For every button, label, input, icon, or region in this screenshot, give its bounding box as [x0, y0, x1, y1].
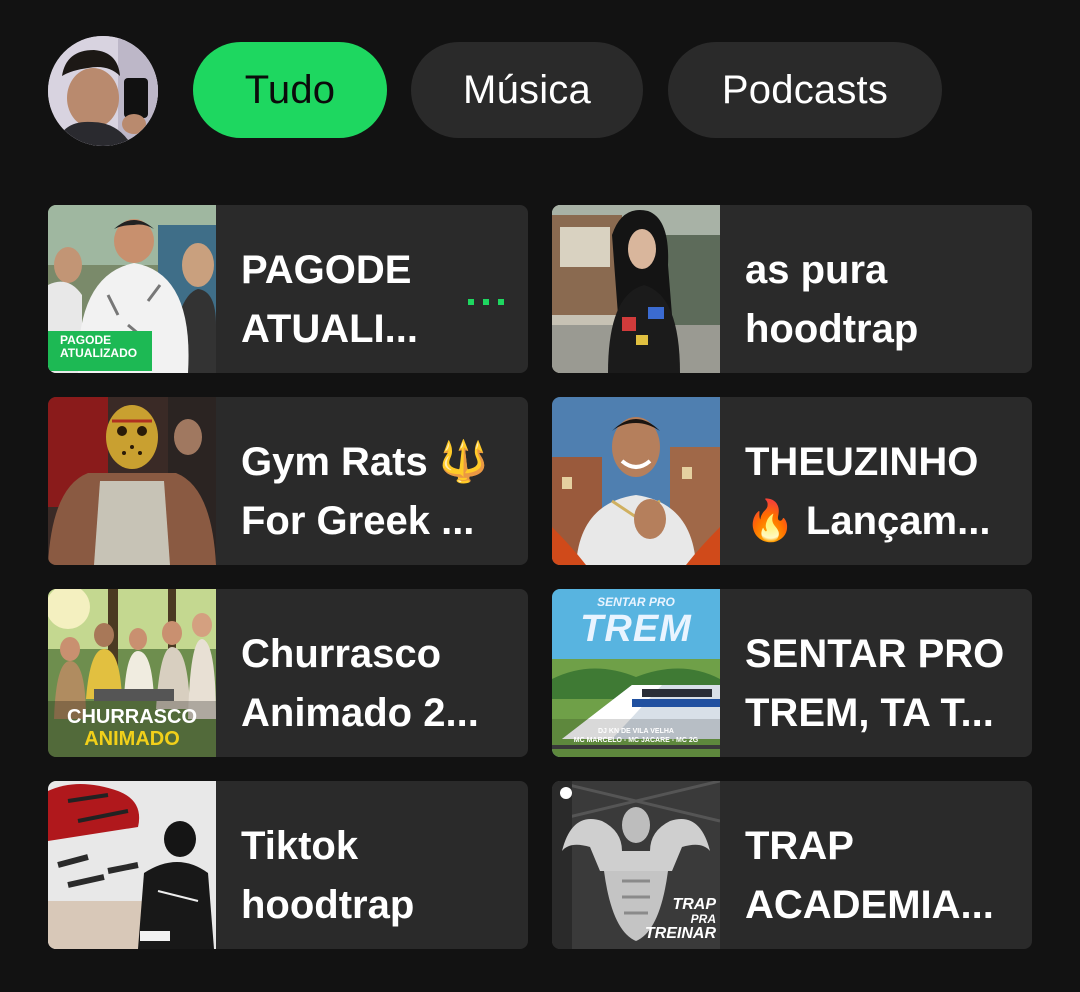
shortcut-tile[interactable]: SENTAR PRO TREM DJ KN DE VILA VELHA MC M… — [552, 589, 1032, 757]
filter-chip-podcasts[interactable]: Podcasts — [668, 42, 942, 138]
playlist-cover — [552, 205, 720, 373]
cover-text-line: SENTAR PRO — [597, 595, 675, 609]
shortcut-tile[interactable]: Gym Rats 🔱 For Greek ... — [48, 397, 528, 565]
cover-text-line: TRAP — [672, 896, 716, 913]
cover-text-line: MC MARCELO - MC JACARE - MC 2G — [573, 737, 699, 744]
header: Tudo Música Podcasts — [0, 0, 1080, 180]
playlist-cover: SENTAR PRO TREM DJ KN DE VILA VELHA MC M… — [552, 589, 720, 757]
cover-text-line: CHURRASCO — [67, 706, 197, 728]
playlist-title: TRAP ACADEMIA... — [745, 824, 994, 927]
cover-caption: CHURRASCO ANIMADO — [48, 706, 216, 750]
avatar-image — [48, 36, 158, 146]
profile-avatar[interactable] — [48, 36, 158, 146]
playlist-title: Tiktok hoodtrap — [241, 824, 415, 927]
playlist-cover: CHURRASCO ANIMADO — [48, 589, 216, 757]
cover-caption: TRAP PRA TREINAR — [552, 897, 716, 942]
playlist-title: SENTAR PRO TREM, TA T... — [745, 632, 1005, 735]
cover-text-line: TREM — [580, 608, 692, 650]
home-screen: Tudo Música Podcasts PAGODE ATUALIZADO P… — [0, 0, 1080, 992]
playlist-title: Gym Rats 🔱 For Greek ... — [241, 440, 489, 543]
cover-text-line: ANIMADO — [84, 728, 180, 750]
shortcut-tile[interactable]: PAGODE ATUALIZADO PAGODE ATUALI... — [48, 205, 528, 373]
playlist-cover: TRAP PRA TREINAR — [552, 781, 720, 949]
playlist-title: as pura hoodtrap — [745, 248, 919, 351]
cover-caption: SENTAR PRO TREM — [552, 595, 720, 649]
playlist-cover — [48, 781, 216, 949]
shortcut-tile[interactable]: Tiktok hoodtrap — [48, 781, 528, 949]
filter-chip-musica[interactable]: Música — [411, 42, 643, 138]
playlist-cover — [48, 397, 216, 565]
shortcut-tile[interactable]: THEUZINHO 🔥 Lançam... — [552, 397, 1032, 565]
cover-text-line: ATUALIZADO — [60, 346, 138, 360]
shortcut-tile[interactable]: CHURRASCO ANIMADO Churrasco Animado 2... — [48, 589, 528, 757]
cover-text-line: TREINAR — [644, 925, 716, 942]
shortcut-tile[interactable]: TRAP PRA TREINAR TRAP ACADEMIA... — [552, 781, 1032, 949]
playlist-cover: PAGODE ATUALIZADO — [48, 205, 216, 373]
now-playing-icon — [466, 295, 506, 309]
cover-credits: DJ KN DE VILA VELHA MC MARCELO - MC JACA… — [552, 727, 720, 745]
playlist-cover — [552, 397, 720, 565]
cover-text-line: DJ KN DE VILA VELHA — [598, 728, 674, 735]
filter-chip-tudo[interactable]: Tudo — [193, 42, 387, 138]
cover-caption: PAGODE ATUALIZADO — [60, 334, 137, 360]
playlist-title: THEUZINHO 🔥 Lançam... — [745, 440, 991, 543]
shortcut-tile[interactable]: as pura hoodtrap — [552, 205, 1032, 373]
playlist-title: Churrasco Animado 2... — [241, 632, 479, 735]
